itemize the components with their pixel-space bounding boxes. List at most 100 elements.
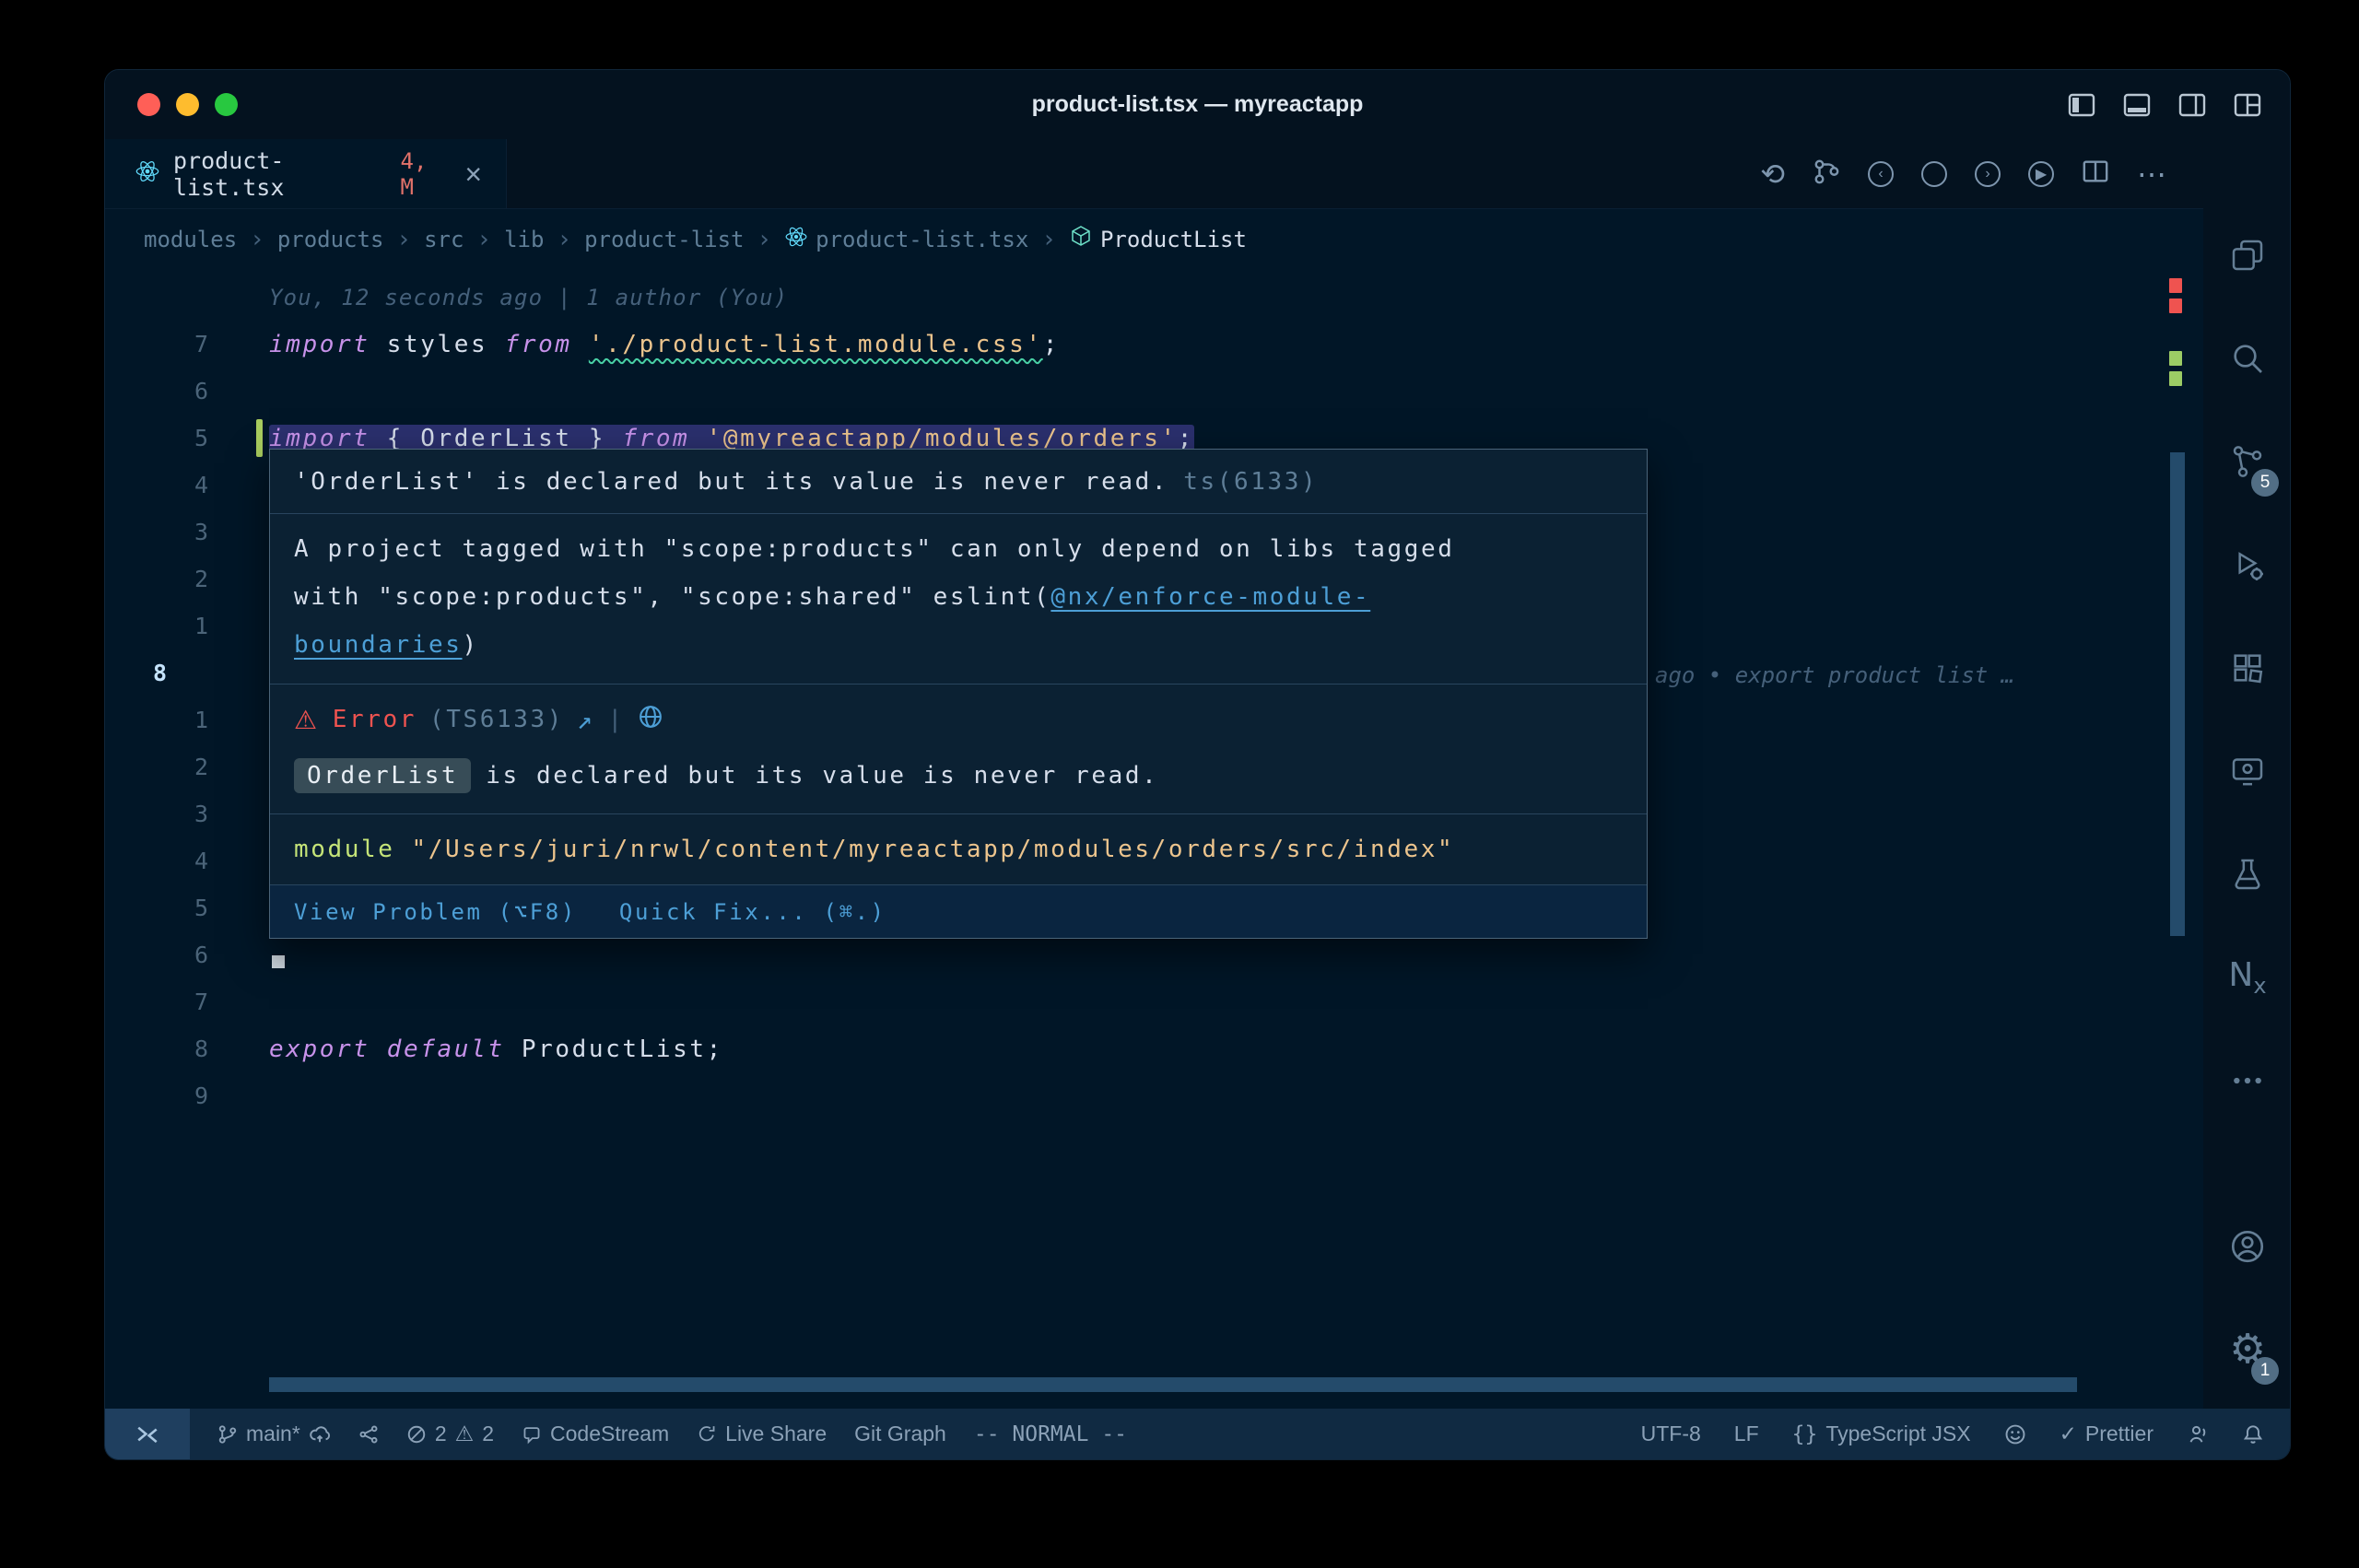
tab-problems-badge: 4, M (401, 148, 452, 200)
breadcrumb-item-file[interactable]: product-list.tsx (784, 225, 1028, 254)
inline-blame-annotation: ago • export product list … (1655, 651, 2065, 698)
line-number[interactable]: 8 (105, 1036, 208, 1062)
toggle-panel-icon[interactable] (2122, 90, 2152, 120)
next-change-icon[interactable]: › (1975, 161, 2001, 187)
vscode-window: product-list.tsx — myreactapp (104, 69, 2291, 1460)
bell-icon (2242, 1423, 2264, 1445)
quick-fix-link[interactable]: Quick Fix... (⌘.) (619, 899, 886, 925)
line-number[interactable]: 6 (105, 378, 208, 404)
toggle-primary-sidebar-icon[interactable] (2067, 90, 2096, 120)
tab-bar: product-list.tsx 4, M × ⟲ ‹ › ▶ (105, 139, 2203, 209)
notifications-bell[interactable] (2242, 1423, 2264, 1445)
code-line[interactable]: 8export default ProductList; (105, 1025, 2203, 1072)
error-code: (TS6133) (429, 706, 564, 733)
compare-changes-icon[interactable] (1813, 158, 1840, 190)
branch-status[interactable]: main* (217, 1422, 331, 1446)
toggle-secondary-sidebar-icon[interactable] (2177, 90, 2207, 120)
vim-mode-status[interactable]: -- NORMAL -- (974, 1422, 1127, 1446)
line-number[interactable]: 7 (105, 331, 208, 357)
run-file-icon[interactable]: ▶ (2028, 161, 2054, 187)
accounts-icon[interactable] (2203, 1195, 2291, 1298)
line-number[interactable]: 5 (105, 895, 208, 921)
problems-status[interactable]: 2 ⚠ 2 (406, 1422, 494, 1446)
line-number[interactable]: 4 (105, 848, 208, 874)
line-number[interactable]: 4 (105, 472, 208, 498)
commit-graph-status[interactable] (358, 1424, 379, 1445)
code-editor[interactable]: You, 12 seconds ago | 1 author (You)7imp… (105, 269, 2203, 1409)
chevron-right-icon: › (476, 226, 491, 253)
chevron-right-icon: › (757, 226, 771, 253)
search-icon[interactable] (2203, 307, 2291, 410)
line-number[interactable]: 7 (105, 989, 208, 1015)
code-line[interactable]: 7 (105, 978, 2203, 1025)
person-feedback-icon (2187, 1423, 2209, 1445)
split-editor-icon[interactable] (2082, 158, 2109, 190)
codestream-status[interactable]: CodeStream (522, 1422, 669, 1446)
feedback-smiley[interactable] (2004, 1423, 2026, 1445)
line-number[interactable]: 6 (105, 942, 208, 968)
run-debug-icon[interactable] (2203, 513, 2291, 616)
view-problem-link[interactable]: View Problem (⌥F8) (294, 899, 577, 925)
titlebar-layout-actions (2067, 70, 2262, 139)
more-actions-icon[interactable]: ⋯ (2137, 159, 2166, 189)
code-line[interactable]: 7import styles from './product-list.modu… (105, 321, 2203, 368)
overview-error-mark (2169, 298, 2182, 313)
breadcrumb-item-product-list[interactable]: product-list (584, 227, 744, 252)
previous-change-icon[interactable]: ‹ (1868, 161, 1894, 187)
code-line[interactable]: You, 12 seconds ago | 1 author (You) (105, 274, 2203, 321)
line-number[interactable]: 3 (105, 519, 208, 545)
line-number[interactable]: 1 (105, 613, 208, 639)
symbol-cube-icon (1069, 225, 1093, 254)
vertical-scrollbar[interactable] (2170, 452, 2185, 936)
explorer-icon[interactable] (2203, 204, 2291, 307)
source-control-icon[interactable]: 5 (2203, 410, 2291, 513)
gutter-modified-indicator (256, 419, 263, 457)
settings-gear-icon[interactable]: ⚙ 1 (2203, 1298, 2291, 1401)
breadcrumb-item-modules[interactable]: modules (144, 227, 237, 252)
editor-actions: ⟲ ‹ › ▶ ⋯ (1760, 139, 2203, 208)
language-status[interactable]: {} TypeScript JSX (1792, 1422, 1971, 1446)
line-number[interactable]: 9 (105, 1082, 208, 1109)
testing-flask-icon[interactable] (2203, 823, 2291, 926)
live-share-status[interactable]: Live Share (697, 1422, 827, 1446)
tab-label: product-list.tsx (173, 147, 388, 201)
tab-product-list[interactable]: product-list.tsx 4, M × (105, 139, 507, 208)
globe-icon[interactable] (638, 704, 663, 736)
encoding-status[interactable]: UTF-8 (1641, 1422, 1701, 1446)
eol-status[interactable]: LF (1734, 1422, 1759, 1446)
git-graph-status[interactable]: Git Graph (854, 1422, 946, 1446)
chevron-right-icon: › (1041, 226, 1056, 253)
breadcrumb-item-lib[interactable]: lib (504, 227, 544, 252)
breadcrumb-item-products[interactable]: products (277, 227, 384, 252)
customize-layout-icon[interactable] (2233, 90, 2262, 120)
remote-explorer-icon[interactable] (2203, 720, 2291, 823)
open-external-icon[interactable]: ↗ (577, 705, 594, 735)
feedback-person[interactable] (2187, 1423, 2209, 1445)
warning-triangle-icon: ⚠ (455, 1422, 475, 1446)
titlebar: product-list.tsx — myreactapp (105, 70, 2290, 139)
line-number[interactable]: 2 (105, 754, 208, 780)
extensions-icon[interactable] (2203, 616, 2291, 720)
line-number[interactable]: 8 (105, 660, 208, 686)
hover-resize-handle[interactable] (272, 955, 285, 968)
line-number[interactable]: 3 (105, 801, 208, 827)
line-number[interactable]: 5 (105, 425, 208, 451)
code-line[interactable]: 9 (105, 1072, 2203, 1119)
breadcrumb-item-src[interactable]: src (424, 227, 464, 252)
file-history-icon[interactable]: ⟲ (1760, 159, 1785, 189)
react-file-icon (135, 158, 160, 189)
nx-console-icon[interactable]: Nx (2203, 926, 2291, 1029)
horizontal-scrollbar[interactable] (269, 1377, 2077, 1392)
line-number[interactable]: 2 (105, 566, 208, 592)
code-line[interactable]: 6 (105, 368, 2203, 415)
line-number[interactable]: 1 (105, 707, 208, 733)
open-changes-icon[interactable] (1921, 161, 1947, 187)
remote-indicator[interactable] (105, 1409, 190, 1459)
share-arrow-icon (697, 1424, 717, 1445)
more-views-icon[interactable] (2203, 1029, 2291, 1132)
prettier-status[interactable]: ✓ Prettier (2060, 1422, 2154, 1446)
error-triangle-icon: ⚠ (294, 705, 320, 735)
hover-diagnostic-title: 'OrderList' is declared but its value is… (270, 450, 1647, 514)
breadcrumb-item-symbol[interactable]: ProductList (1069, 225, 1247, 254)
close-tab-icon[interactable]: × (464, 159, 482, 189)
